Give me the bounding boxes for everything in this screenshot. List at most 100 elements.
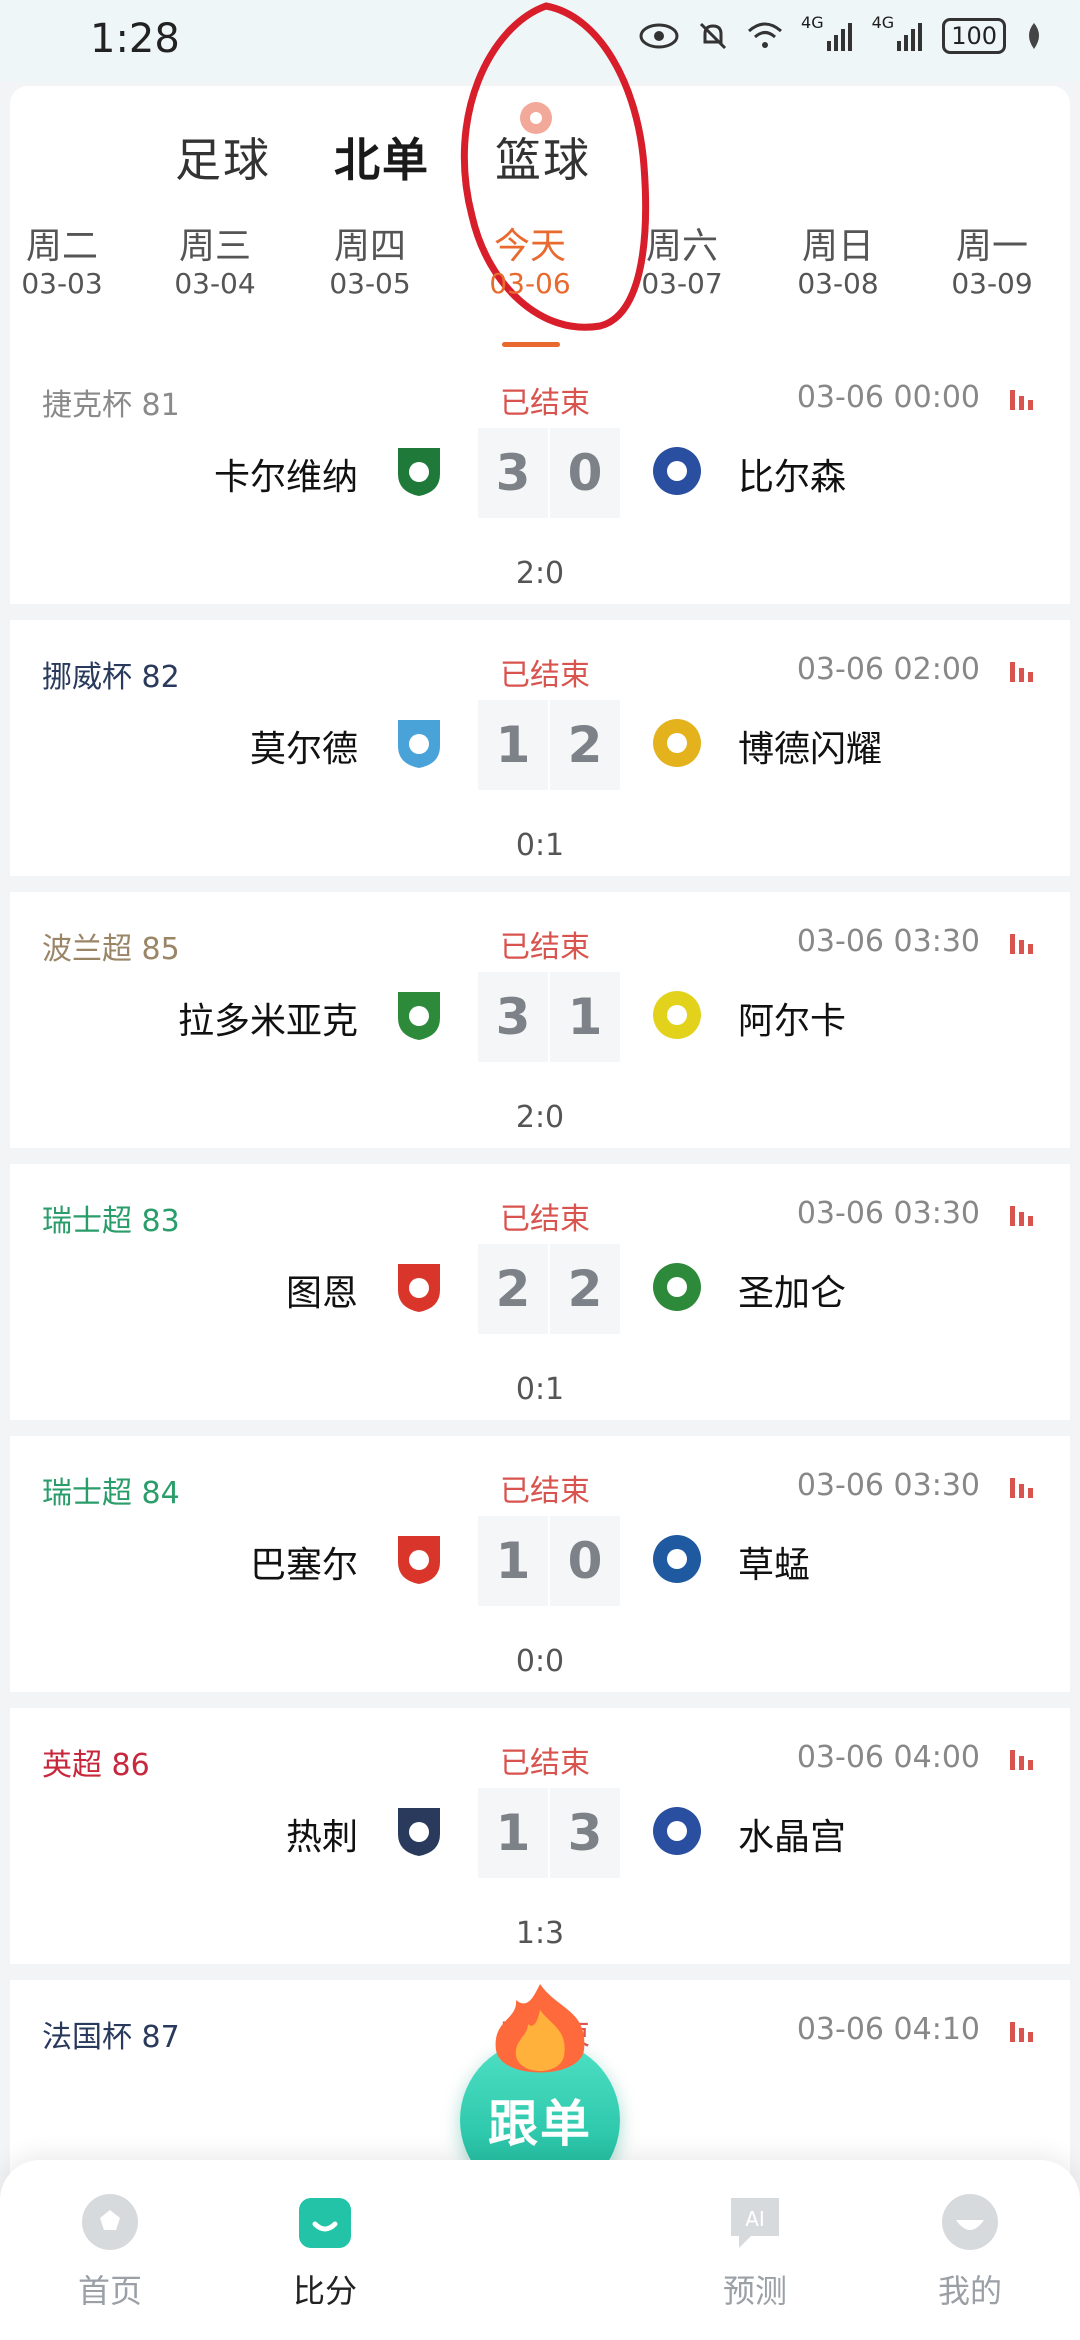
match-time: 03-06 03:30 bbox=[796, 1196, 980, 1231]
home-team-name: 拉多米亚克 bbox=[177, 1001, 358, 1042]
tab-beidan[interactable]: 北单 bbox=[334, 124, 430, 190]
home-team-name: 巴塞尔 bbox=[249, 1545, 358, 1586]
home-team-logo-icon bbox=[398, 448, 440, 496]
home-score: 2 bbox=[478, 1244, 548, 1334]
league-label: 瑞士超 84 bbox=[42, 1476, 180, 1511]
match-separator bbox=[10, 876, 1070, 892]
date-item-today[interactable]: 今天 03-06 bbox=[470, 226, 590, 300]
half-time-score: 0:1 bbox=[515, 828, 565, 863]
match-card[interactable]: 波兰超 85 已结束 03-06 03:30 拉多米亚克 3 1 阿尔卡 2:0 bbox=[10, 892, 1070, 1148]
league-label: 英超 86 bbox=[42, 1748, 150, 1783]
status-time: 1:28 bbox=[90, 16, 180, 62]
away-team-logo-icon bbox=[653, 1807, 701, 1855]
stats-bars-icon[interactable] bbox=[1010, 930, 1036, 954]
date-item-sun[interactable]: 周日 03-08 bbox=[778, 226, 898, 300]
away-team-name: 博德闪耀 bbox=[738, 729, 883, 770]
away-score: 2 bbox=[550, 700, 620, 790]
home-team-name: 莫尔德 bbox=[249, 729, 358, 770]
stats-bars-icon[interactable] bbox=[1010, 658, 1036, 682]
stats-bars-icon[interactable] bbox=[1010, 1202, 1036, 1226]
home-team-name: 图恩 bbox=[285, 1273, 358, 1314]
stats-bars-icon[interactable] bbox=[1010, 386, 1036, 410]
league-label: 捷克杯 81 bbox=[42, 388, 180, 423]
score-icon bbox=[299, 2198, 351, 2248]
bottom-nav: 首页 比分 AI 预测 我的 bbox=[0, 2160, 1080, 2340]
match-card[interactable]: 挪威杯 82 已结束 03-06 02:00 莫尔德 1 2 博德闪耀 0:1 bbox=[10, 620, 1070, 876]
stats-bars-icon[interactable] bbox=[1010, 1474, 1036, 1498]
date-item-wed[interactable]: 周三 03-04 bbox=[155, 226, 275, 300]
signal-icon-2: 4G bbox=[872, 13, 925, 51]
home-team-logo-icon bbox=[398, 1536, 440, 1584]
status-bar: 1:28 4G 4G 100 bbox=[0, 0, 1080, 82]
league-label: 挪威杯 82 bbox=[42, 660, 180, 695]
home-team-logo-icon bbox=[398, 1808, 440, 1856]
home-score: 1 bbox=[478, 700, 548, 790]
match-status: 已结束 bbox=[500, 1474, 590, 1509]
match-time: 03-06 04:00 bbox=[796, 1740, 980, 1775]
away-team-name: 圣加仑 bbox=[738, 1273, 847, 1314]
date-active-underline bbox=[502, 342, 560, 347]
match-card[interactable]: 英超 86 已结束 03-06 04:00 热刺 1 3 水晶宫 1:3 bbox=[10, 1708, 1070, 1964]
mute-bell-icon bbox=[697, 20, 729, 52]
svg-text:AI: AI bbox=[745, 2207, 765, 2231]
date-item-thu[interactable]: 周四 03-05 bbox=[310, 226, 430, 300]
stats-bars-icon[interactable] bbox=[1010, 2018, 1036, 2042]
home-team-name: 卡尔维纳 bbox=[213, 457, 358, 498]
nav-profile[interactable]: 我的 bbox=[905, 2190, 1035, 2312]
half-time-score: 2:0 bbox=[515, 556, 565, 591]
date-item-tue[interactable]: 周二 03-03 bbox=[2, 226, 122, 300]
flame-icon bbox=[495, 1984, 585, 2073]
tab-basketball[interactable]: 篮球 bbox=[495, 124, 591, 190]
home-score: 3 bbox=[478, 972, 548, 1062]
nav-home[interactable]: 首页 bbox=[45, 2190, 175, 2312]
date-item-mon[interactable]: 周一 03-09 bbox=[932, 226, 1052, 300]
away-team-name: 草蜢 bbox=[738, 1545, 811, 1586]
match-card[interactable]: 瑞士超 84 已结束 03-06 03:30 巴塞尔 1 0 草蜢 0:0 bbox=[10, 1436, 1070, 1692]
ai-chat-icon: AI bbox=[731, 2198, 779, 2248]
match-status: 已结束 bbox=[500, 386, 590, 421]
profile-icon bbox=[942, 2194, 998, 2250]
half-time-score: 0:1 bbox=[515, 1372, 565, 1407]
date-item-sat[interactable]: 周六 03-07 bbox=[622, 226, 742, 300]
match-time: 03-06 00:00 bbox=[796, 380, 980, 415]
away-score: 0 bbox=[550, 428, 620, 518]
away-score: 2 bbox=[550, 1244, 620, 1334]
soccer-ball-icon bbox=[82, 2194, 138, 2250]
away-team-name: 比尔森 bbox=[738, 457, 847, 498]
away-team-logo-icon bbox=[653, 719, 701, 767]
leaf-icon bbox=[1024, 21, 1044, 51]
nav-prediction[interactable]: AI 预测 bbox=[690, 2190, 820, 2312]
away-team-logo-icon bbox=[653, 447, 701, 495]
home-team-name: 热刺 bbox=[285, 1817, 358, 1858]
match-time: 03-06 02:00 bbox=[796, 652, 980, 687]
half-time-score: 1:3 bbox=[515, 1916, 565, 1951]
league-label: 波兰超 85 bbox=[42, 932, 180, 967]
away-team-logo-icon bbox=[653, 991, 701, 1039]
date-selector: 周二 03-03 周三 03-04 周四 03-05 今天 03-06 周六 0… bbox=[10, 226, 1070, 326]
league-label: 瑞士超 83 bbox=[42, 1204, 180, 1239]
away-score: 3 bbox=[550, 1788, 620, 1878]
follow-bet-label: 跟单 bbox=[488, 2095, 592, 2153]
half-time-score: 2:0 bbox=[515, 1100, 565, 1135]
match-card[interactable]: 捷克杯 81 已结束 03-06 00:00 卡尔维纳 3 0 比尔森 2:0 bbox=[10, 348, 1070, 604]
match-status: 已结束 bbox=[500, 1746, 590, 1781]
match-time: 03-06 04:10 bbox=[796, 2012, 980, 2047]
nav-score[interactable]: 比分 bbox=[260, 2190, 390, 2312]
home-team-logo-icon bbox=[398, 1264, 440, 1312]
away-team-name: 阿尔卡 bbox=[738, 1001, 847, 1042]
home-team-logo-icon bbox=[398, 720, 440, 768]
away-team-name: 水晶宫 bbox=[738, 1817, 847, 1858]
home-score: 3 bbox=[478, 428, 548, 518]
match-separator bbox=[10, 1148, 1070, 1164]
match-separator bbox=[10, 1420, 1070, 1436]
match-separator bbox=[10, 604, 1070, 620]
match-card[interactable]: 瑞士超 83 已结束 03-06 03:30 图恩 2 2 圣加仑 0:1 bbox=[10, 1164, 1070, 1420]
home-score: 1 bbox=[478, 1788, 548, 1878]
away-score: 0 bbox=[550, 1516, 620, 1606]
match-status: 已结束 bbox=[500, 930, 590, 965]
away-score: 1 bbox=[550, 972, 620, 1062]
stats-bars-icon[interactable] bbox=[1010, 1746, 1036, 1770]
tab-football[interactable]: 足球 bbox=[175, 124, 271, 190]
match-separator bbox=[10, 1692, 1070, 1708]
away-team-logo-icon bbox=[653, 1535, 701, 1583]
